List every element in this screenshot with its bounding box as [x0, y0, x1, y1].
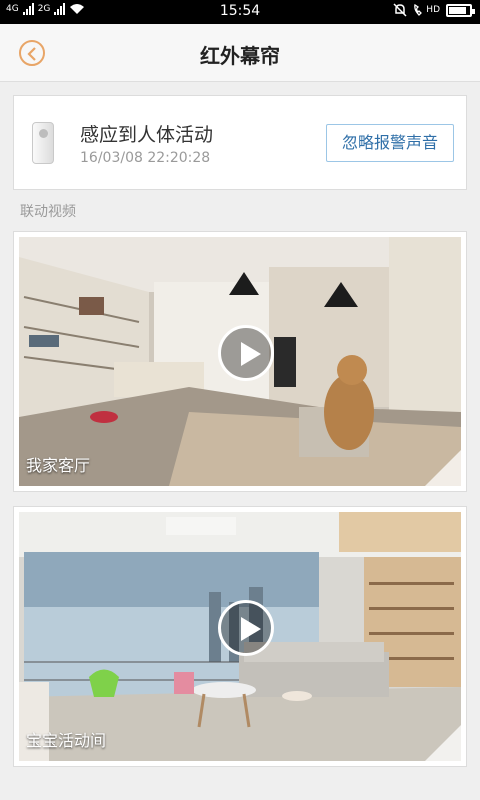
mute-icon [393, 3, 407, 17]
section-label-linked-video: 联动视频 [20, 204, 76, 220]
ignore-alarm-sound-button[interactable]: 忽略报警声音 [326, 124, 454, 162]
title-bar: 红外幕帘 [0, 24, 480, 82]
corner-fold [425, 450, 461, 486]
volte-icon: HD [413, 4, 440, 16]
play-button[interactable] [218, 325, 274, 381]
page-title: 红外幕帘 [200, 44, 280, 68]
infrared-sensor-icon [32, 122, 54, 164]
alert-card: 感应到人体活动 16/03/08 22:20:28 忽略报警声音 [13, 95, 467, 190]
alert-title: 感应到人体活动 [80, 124, 214, 146]
corner-fold [425, 725, 461, 761]
hd-label: HD [426, 5, 440, 15]
video-label: 我家客厅 [26, 456, 91, 475]
alert-timestamp: 16/03/08 22:20:28 [80, 150, 211, 166]
video-card-living-room[interactable]: 我家客厅 [13, 231, 467, 492]
video-thumbnail[interactable]: 我家客厅 [19, 237, 461, 486]
play-button[interactable] [218, 600, 274, 656]
battery-icon [446, 3, 475, 17]
video-label: 宝宝活动间 [26, 731, 107, 750]
video-card-baby-room[interactable]: 宝宝活动间 [13, 506, 467, 767]
status-right: HD [393, 3, 475, 17]
battery-fill [449, 6, 466, 14]
status-bar: 4G 2G 15:54 HD [0, 0, 480, 24]
video-thumbnail-2[interactable]: 宝宝活动间 [19, 512, 461, 761]
